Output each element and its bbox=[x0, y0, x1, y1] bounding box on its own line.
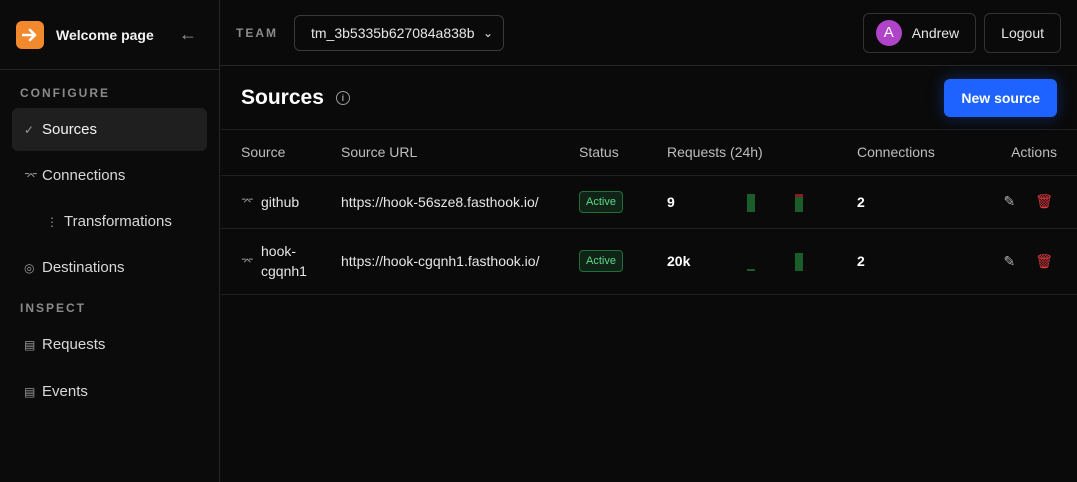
column-header-actions: Actions bbox=[977, 130, 1077, 176]
spark-bar-ok bbox=[795, 253, 803, 271]
list-icon: ▤ bbox=[24, 337, 36, 352]
link-icon: ⌤ bbox=[24, 168, 38, 183]
connections-count: 2 bbox=[857, 253, 865, 269]
source-cell: ⌤ github bbox=[221, 175, 341, 229]
arrow-left-icon[interactable]: ← bbox=[179, 24, 197, 45]
team-select-value: tm_3b5335b627084a838b bbox=[311, 24, 475, 41]
connections-cell: 2 bbox=[857, 175, 977, 229]
link-icon: ⌤ bbox=[241, 196, 254, 208]
more-vertical-icon: ⋮ bbox=[46, 214, 58, 229]
main-content: Sources i New source Source Source URL S… bbox=[221, 66, 1077, 482]
sidebar-item-label: Requests bbox=[42, 336, 106, 353]
sidebar-item-destinations[interactable]: ◎ Destinations bbox=[12, 246, 207, 289]
section-label-inspect: INSPECT bbox=[20, 301, 87, 315]
requests-cell: 9 bbox=[667, 175, 857, 229]
team-select[interactable]: tm_3b5335b627084a838b ⌄ bbox=[294, 14, 504, 51]
table-row[interactable]: ⌤ hook- cgqnh1 https://hook-cgqnh1.fasth… bbox=[221, 228, 1077, 295]
new-source-button[interactable]: New source bbox=[944, 78, 1057, 117]
sources-table: Source Source URL Status Requests (24h) … bbox=[221, 130, 1077, 295]
source-cell: ⌤ hook- cgqnh1 bbox=[221, 228, 341, 295]
status-cell: Active bbox=[579, 175, 667, 229]
source-name[interactable]: github bbox=[261, 194, 299, 210]
user-name: Andrew bbox=[911, 24, 960, 41]
spark-bar-ok bbox=[747, 269, 755, 271]
sidebar-item-connections[interactable]: ⌤ Connections bbox=[12, 154, 207, 197]
source-url: https://hook-cgqnh1.fasthook.io/ bbox=[341, 228, 579, 295]
spark-bar-ok bbox=[747, 193, 755, 212]
source-name-line: hook- bbox=[261, 243, 297, 259]
target-icon: ◎ bbox=[24, 260, 35, 275]
connections-cell: 2 bbox=[857, 228, 977, 295]
column-header-connections: Connections bbox=[857, 130, 977, 176]
spark-bar-error bbox=[795, 193, 803, 197]
sidebar: Welcome page ← CONFIGURE ✓ Sources ⌤ Con… bbox=[0, 0, 220, 482]
user-menu-button[interactable]: A Andrew bbox=[862, 12, 977, 53]
column-header-url: Source URL bbox=[341, 130, 579, 176]
actions-cell: ✎ 🗑 bbox=[977, 228, 1077, 295]
check-icon: ✓ bbox=[24, 122, 35, 137]
brand-title[interactable]: Welcome page bbox=[56, 27, 154, 43]
info-icon[interactable]: i bbox=[335, 90, 350, 105]
requests-count: 20k bbox=[667, 253, 691, 269]
sidebar-item-transformations[interactable]: ⋮ Transformations bbox=[12, 200, 207, 243]
source-name-line: cgqnh1 bbox=[261, 263, 307, 279]
sidebar-item-label: Events bbox=[42, 383, 88, 400]
edit-icon[interactable]: ✎ bbox=[1003, 193, 1015, 210]
column-header-status: Status bbox=[579, 130, 667, 176]
link-icon: ⌤ bbox=[241, 255, 254, 268]
column-header-source: Source bbox=[221, 130, 341, 176]
team-label: TEAM bbox=[236, 25, 278, 40]
connections-count: 2 bbox=[857, 193, 865, 210]
list-icon: ▤ bbox=[24, 384, 36, 399]
requests-sparkline bbox=[727, 192, 827, 212]
requests-count: 9 bbox=[667, 193, 675, 210]
sidebar-item-sources[interactable]: ✓ Sources bbox=[12, 108, 207, 151]
logout-button[interactable]: Logout bbox=[984, 12, 1061, 53]
spark-bar-ok bbox=[795, 196, 803, 212]
source-name[interactable]: hook- cgqnh1 bbox=[261, 241, 307, 281]
status-badge: Active bbox=[579, 190, 623, 213]
sidebar-item-label: Connections bbox=[42, 167, 126, 184]
trash-icon[interactable]: 🗑 bbox=[1035, 253, 1053, 270]
chevron-down-icon: ⌄ bbox=[482, 25, 493, 40]
source-url: https://hook-56sze8.fasthook.io/ bbox=[341, 175, 579, 229]
sidebar-item-events[interactable]: ▤ Events bbox=[12, 370, 207, 413]
table-header-row: Source Source URL Status Requests (24h) … bbox=[221, 130, 1077, 176]
edit-icon[interactable]: ✎ bbox=[1003, 253, 1015, 270]
sidebar-item-label: Destinations bbox=[42, 259, 125, 276]
status-cell: Active bbox=[579, 228, 667, 295]
avatar: A bbox=[875, 19, 902, 46]
section-label-configure: CONFIGURE bbox=[20, 86, 110, 100]
sidebar-item-requests[interactable]: ▤ Requests bbox=[12, 323, 207, 366]
topbar: TEAM tm_3b5335b627084a838b ⌄ A Andrew Lo… bbox=[220, 0, 1077, 66]
arrow-right-logo-icon[interactable] bbox=[16, 20, 44, 49]
brand-header: Welcome page ← bbox=[0, 0, 219, 70]
column-header-requests: Requests (24h) bbox=[667, 130, 857, 176]
page-header: Sources i New source bbox=[221, 66, 1077, 130]
status-badge: Active bbox=[579, 250, 623, 272]
requests-cell: 20k bbox=[667, 228, 857, 295]
trash-icon[interactable]: 🗑 bbox=[1035, 193, 1053, 210]
sidebar-item-label: Transformations bbox=[64, 213, 172, 230]
actions-cell: ✎ 🗑 bbox=[977, 175, 1077, 229]
sidebar-item-label: Sources bbox=[42, 121, 98, 138]
requests-sparkline bbox=[727, 251, 827, 271]
table-row[interactable]: ⌤ github https://hook-56sze8.fasthook.io… bbox=[221, 175, 1077, 229]
page-title: Sources bbox=[241, 85, 324, 109]
